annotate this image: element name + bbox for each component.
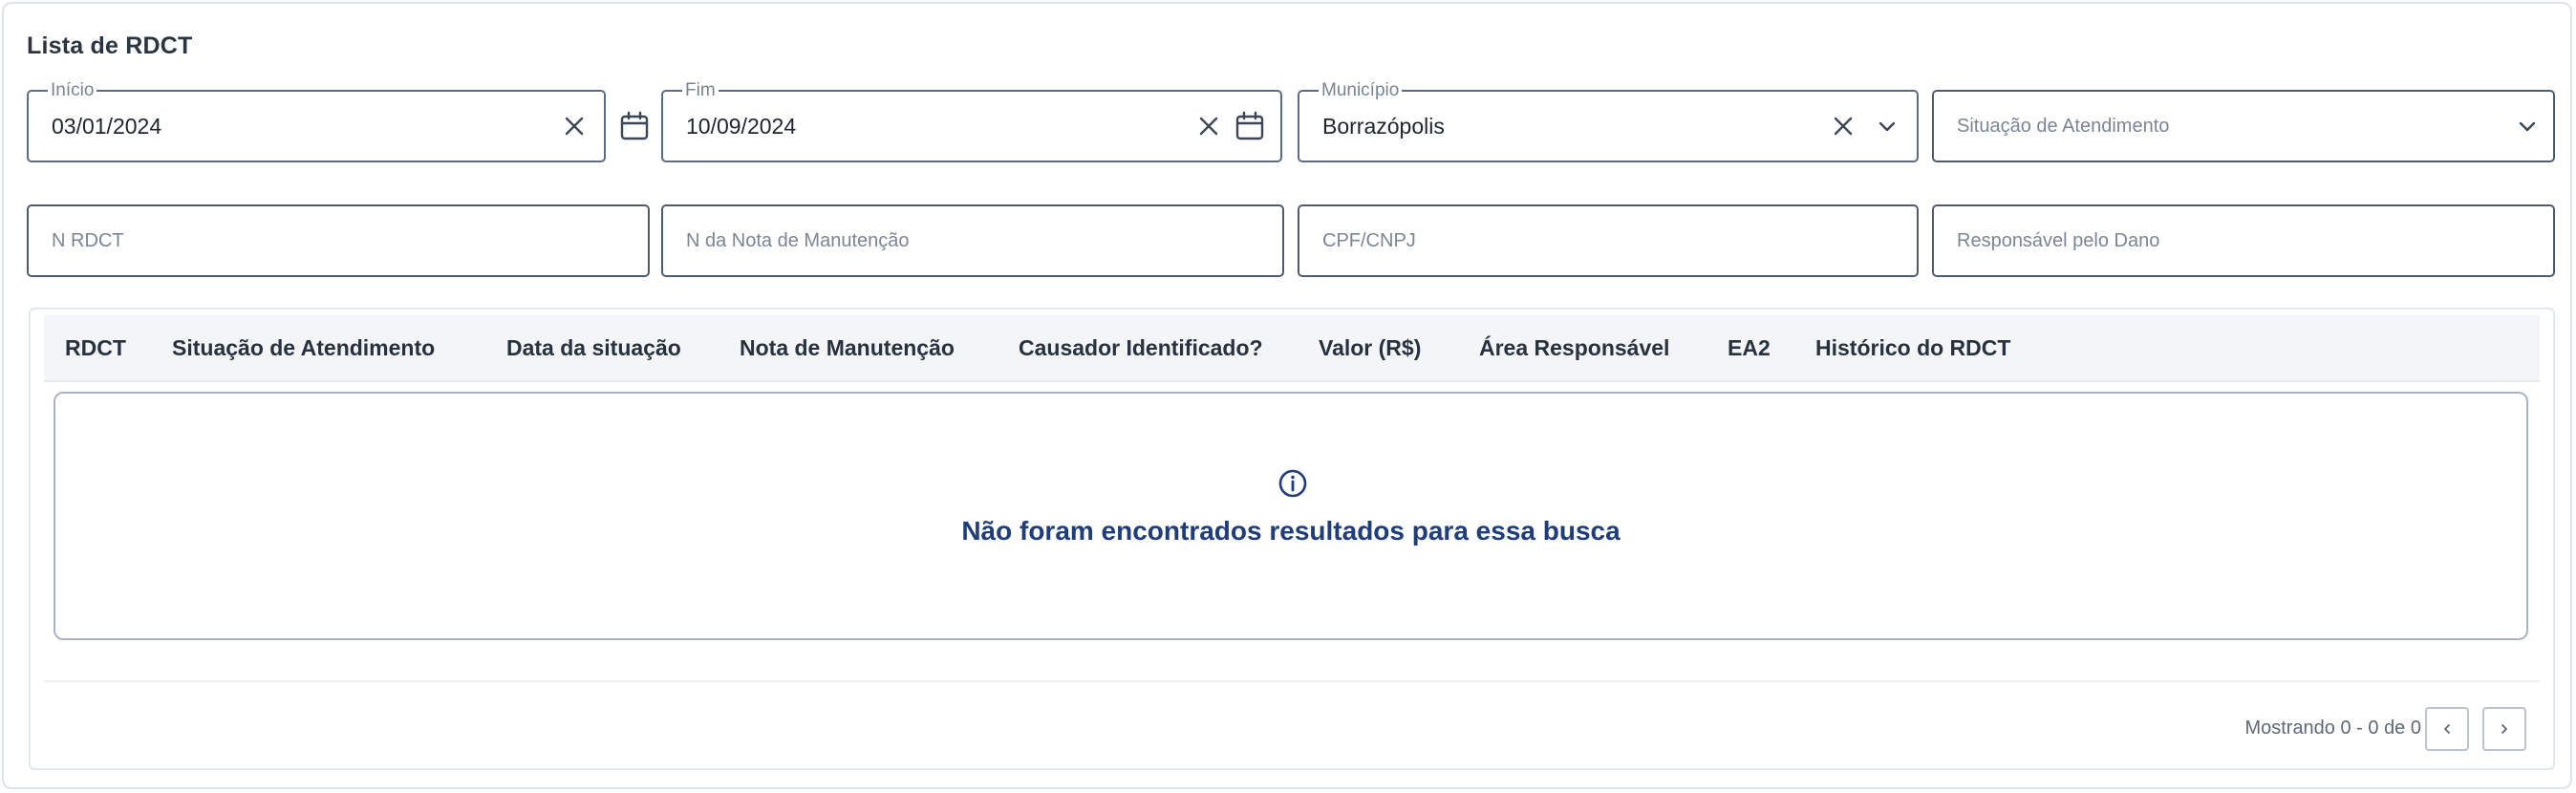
end-date-value: 10/09/2024	[686, 114, 797, 139]
service-status-placeholder: Situação de Atendimento	[1957, 116, 2170, 137]
close-icon[interactable]	[1829, 92, 1857, 161]
calendar-icon[interactable]	[1233, 92, 1267, 161]
previous-page-button[interactable]	[2425, 707, 2469, 751]
maintenance-note-placeholder: N da Nota de Manutenção	[686, 230, 910, 251]
rdct-table: RDCT Situação de Atendimento Data da sit…	[29, 308, 2555, 770]
empty-state-message: Não foram encontrados resultados para es…	[961, 516, 1621, 546]
chevron-down-icon[interactable]	[2513, 92, 2542, 161]
column-header-rdct-history[interactable]: Histórico do RDCT	[1815, 315, 2010, 380]
close-icon[interactable]	[560, 92, 589, 161]
calendar-icon[interactable]	[617, 92, 652, 161]
end-date-field[interactable]: Fim 10/09/2024	[661, 80, 1282, 162]
column-header-responsible-area[interactable]: Área Responsável	[1479, 315, 1669, 380]
rdct-number-input[interactable]: N RDCT	[27, 204, 650, 277]
info-icon	[1277, 468, 1308, 504]
column-header-culprit-identified[interactable]: Causador Identificado?	[1019, 315, 1263, 380]
service-status-select[interactable]: Situação de Atendimento	[1932, 90, 2555, 162]
rdct-number-placeholder: N RDCT	[52, 230, 124, 251]
column-header-rdct[interactable]: RDCT	[65, 315, 126, 380]
table-header: RDCT Situação de Atendimento Data da sit…	[44, 315, 2540, 382]
start-date-field[interactable]: Início 03/01/2024	[27, 80, 649, 162]
table-footer: Mostrando 0 - 0 de 0	[44, 680, 2540, 772]
column-header-status-date[interactable]: Data da situação	[506, 315, 681, 380]
column-header-ea2[interactable]: EA2	[1728, 315, 1771, 380]
page-title: Lista de RDCT	[27, 32, 193, 59]
start-date-value: 03/01/2024	[52, 114, 162, 139]
next-page-button[interactable]	[2482, 707, 2526, 751]
damage-responsible-placeholder: Responsável pelo Dano	[1957, 230, 2160, 251]
column-header-service-status[interactable]: Situação de Atendimento	[172, 315, 435, 380]
close-icon[interactable]	[1194, 92, 1223, 161]
pagination-summary: Mostrando 0 - 0 de 0	[2244, 718, 2421, 739]
cpf-cnpj-input[interactable]: CPF/CNPJ	[1298, 204, 1919, 277]
column-header-value[interactable]: Valor (R$)	[1319, 315, 1421, 380]
chevron-left-icon	[2444, 724, 2450, 734]
municipality-value: Borrazópolis	[1322, 114, 1445, 139]
municipality-select[interactable]: Município Borrazópolis	[1298, 80, 1919, 162]
damage-responsible-input[interactable]: Responsável pelo Dano	[1932, 204, 2555, 277]
empty-state: Não foram encontrados resultados para es…	[54, 392, 2528, 640]
column-header-maintenance-note[interactable]: Nota de Manutenção	[740, 315, 955, 380]
chevron-right-icon	[2501, 724, 2507, 734]
chevron-down-icon[interactable]	[1873, 92, 1901, 161]
maintenance-note-input[interactable]: N da Nota de Manutenção	[661, 204, 1284, 277]
cpf-cnpj-placeholder: CPF/CNPJ	[1322, 230, 1416, 251]
rdct-list-card: Lista de RDCT Início 03/01/2024 Fim 10/0…	[2, 2, 2572, 789]
